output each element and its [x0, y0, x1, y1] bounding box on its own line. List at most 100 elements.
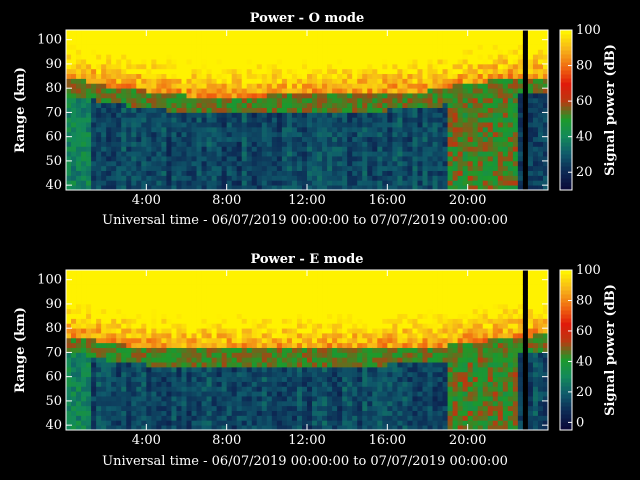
heatmap-cell	[352, 78, 358, 84]
heatmap-cell	[432, 151, 438, 157]
heatmap-cell	[176, 362, 182, 368]
heatmap-cell	[301, 352, 308, 358]
heatmap-cell	[251, 405, 258, 412]
heatmap-cell	[151, 78, 157, 84]
heatmap-cell	[296, 270, 303, 276]
heatmap-cell	[517, 88, 524, 94]
heatmap-cell	[156, 122, 162, 128]
heatmap-cell	[96, 400, 102, 407]
heatmap-cell	[517, 117, 524, 123]
heatmap-cell	[407, 170, 413, 176]
heatmap-cell	[241, 308, 248, 315]
heatmap-cell	[106, 357, 112, 363]
heatmap-cell	[276, 333, 283, 339]
heatmap-cell	[251, 39, 258, 45]
heatmap-cell	[131, 112, 137, 118]
heatmap-cell	[382, 97, 388, 104]
heatmap-cell	[457, 160, 464, 167]
heatmap-cell	[276, 400, 283, 407]
heatmap-cell	[76, 381, 82, 387]
y-tick-label: 50	[45, 154, 62, 169]
heatmap-cell	[251, 391, 258, 397]
heatmap-cell	[141, 44, 147, 50]
heatmap-cell	[382, 122, 388, 128]
heatmap-cell	[136, 180, 142, 186]
heatmap-cell	[146, 371, 152, 378]
heatmap-cell	[502, 160, 509, 167]
heatmap-cell	[196, 160, 202, 167]
heatmap-cell	[86, 405, 92, 412]
heatmap-cell	[166, 126, 172, 133]
heatmap-cell	[126, 270, 132, 276]
heatmap-cell	[81, 112, 87, 118]
heatmap-cell	[206, 151, 212, 157]
heatmap-cell	[507, 180, 514, 186]
heatmap-cell	[96, 83, 102, 89]
heatmap-cell	[66, 54, 72, 60]
heatmap-cell	[186, 151, 192, 157]
heatmap-cell	[116, 386, 122, 392]
heatmap-cell	[427, 170, 433, 176]
heatmap-cell	[171, 112, 177, 118]
heatmap-cell	[387, 93, 393, 99]
heatmap-cell	[91, 400, 97, 407]
heatmap-cell	[532, 160, 539, 167]
heatmap-cell	[76, 279, 82, 285]
heatmap-cell	[176, 400, 182, 407]
heatmap-cell	[201, 165, 207, 172]
heatmap-cell	[66, 49, 72, 55]
heatmap-cell	[131, 122, 137, 128]
heatmap-cell	[86, 396, 92, 402]
heatmap-cell	[512, 112, 519, 118]
heatmap-cell	[211, 289, 218, 295]
heatmap-cell	[322, 49, 328, 55]
heatmap-cell	[322, 303, 328, 310]
heatmap-cell	[467, 117, 474, 123]
heatmap-cell	[71, 328, 77, 334]
heatmap-cell	[286, 405, 293, 412]
heatmap-cell	[437, 112, 443, 118]
heatmap-cell	[101, 88, 107, 94]
heatmap-cell	[146, 299, 152, 305]
heatmap-cell	[141, 279, 147, 285]
heatmap-cell	[241, 303, 248, 310]
heatmap-cell	[322, 362, 328, 368]
heatmap-cell	[312, 126, 318, 133]
heatmap-cell	[337, 88, 343, 94]
heatmap-cell	[226, 328, 233, 334]
heatmap-cell	[151, 59, 157, 65]
heatmap-cell	[477, 122, 484, 128]
heatmap-cell	[291, 112, 298, 118]
heatmap-cell	[141, 371, 147, 378]
heatmap-cell	[156, 68, 162, 75]
heatmap-cell	[176, 93, 182, 99]
heatmap-cell	[226, 107, 233, 113]
heatmap-cell	[246, 180, 253, 186]
heatmap-cell	[211, 352, 218, 358]
heatmap-cell	[457, 54, 464, 60]
heatmap-cell	[527, 63, 534, 70]
heatmap-cell	[427, 30, 433, 36]
heatmap-cell	[487, 180, 494, 186]
heatmap-cell	[517, 68, 524, 75]
heatmap-cell	[191, 68, 197, 75]
heatmap-cell	[106, 366, 112, 373]
heatmap-cell	[296, 313, 303, 319]
heatmap-cell	[236, 371, 243, 378]
colorbar-segment	[560, 66, 572, 71]
heatmap-cell	[231, 34, 238, 41]
heatmap-cell	[211, 93, 218, 99]
heatmap-cell	[251, 270, 258, 276]
heatmap-cell	[477, 83, 484, 89]
heatmap-cell	[522, 63, 529, 70]
heatmap-cell	[301, 59, 308, 65]
heatmap-cell	[111, 303, 117, 310]
heatmap-cell	[166, 107, 172, 113]
heatmap-cell	[116, 366, 122, 373]
heatmap-cell	[131, 59, 137, 65]
heatmap-cell	[487, 63, 494, 70]
heatmap-cell	[522, 107, 529, 113]
heatmap-cell	[372, 126, 378, 133]
heatmap-cell	[136, 122, 142, 128]
heatmap-cell	[201, 366, 207, 373]
